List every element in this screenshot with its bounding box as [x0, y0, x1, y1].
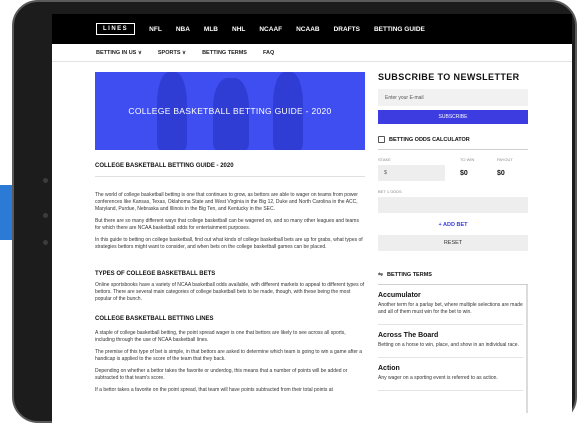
site-logo[interactable]: LINES	[96, 23, 136, 35]
terms-list[interactable]: Accumulator Another term for a parlay be…	[378, 285, 528, 413]
article-paragraph: The world of college basketball betting …	[95, 192, 358, 212]
subscribe-button[interactable]: SUBSCRIBE	[378, 110, 528, 124]
section-heading: TYPES OF COLLEGE BASKETBALL BETS	[95, 271, 216, 277]
article-paragraph: In this guide to betting on college bask…	[95, 237, 363, 250]
terms-title: BETTING TERMS	[387, 271, 432, 278]
term-name: Across The Board	[378, 332, 439, 339]
stake-input[interactable]: $	[378, 165, 445, 181]
sidebar: SUBSCRIBE TO NEWSLETTER Enter your E-mai…	[378, 72, 528, 413]
subnav-betting-in-us[interactable]: BETTING IN US ∨	[96, 50, 142, 56]
browser-screen: LINES NFL NBA MLB NHL NCAAF NCAAB DRAFTS…	[52, 14, 572, 423]
section-heading: COLLEGE BASKETBALL BETTING LINES	[95, 316, 214, 322]
nav-link-drafts[interactable]: DRAFTS	[334, 26, 360, 33]
sub-navigation: BETTING IN US ∨ SPORTS ∨ BETTING TERMS F…	[52, 44, 572, 62]
article-title: COLLEGE BASKETBALL BETTING GUIDE - 2020	[95, 163, 365, 177]
add-bet-button[interactable]: + ADD BET	[378, 222, 528, 228]
calculator-header: BETTING ODDS CALCULATOR	[378, 136, 528, 150]
article-paragraph: But there are so many different ways tha…	[95, 218, 359, 231]
hero-title: COLLEGE BASKETBALL BETTING GUIDE - 2020	[128, 106, 332, 116]
tablet-frame: LINES NFL NBA MLB NHL NCAAF NCAAB DRAFTS…	[12, 0, 577, 423]
to-win-label: TO WIN	[460, 157, 475, 162]
nav-link-nhl[interactable]: NHL	[232, 26, 245, 33]
newsletter-title: SUBSCRIBE TO NEWSLETTER	[378, 72, 520, 82]
payout-label: PAYOUT	[497, 157, 513, 162]
nav-link-betting-guide[interactable]: BETTING GUIDE	[374, 26, 425, 33]
calculator-title: BETTING ODDS CALCULATOR	[389, 136, 470, 143]
reset-button[interactable]: RESET	[378, 235, 528, 251]
nav-link-nba[interactable]: NBA	[176, 26, 190, 33]
article-paragraph: Online sportsbooks have a variety of NCA…	[95, 282, 365, 302]
article-paragraph: A staple of college basketball betting, …	[95, 330, 346, 343]
top-navigation: LINES NFL NBA MLB NHL NCAAF NCAAB DRAFTS…	[52, 14, 572, 44]
term-item: Action Any wager on a sporting event is …	[378, 358, 523, 391]
article-paragraph: If a bettor takes a favorite on the poin…	[95, 387, 333, 393]
email-input[interactable]: Enter your E-mail	[378, 89, 528, 106]
term-definition: Another term for a parlay bet, where mul…	[378, 302, 523, 315]
to-win-value: $0	[460, 169, 468, 177]
payout-value: $0	[497, 169, 505, 177]
term-name: Action	[378, 365, 400, 372]
terms-header: ⇋ BETTING TERMS	[378, 271, 528, 285]
nav-link-ncaaf[interactable]: NCAAF	[259, 26, 282, 33]
subnav-faq[interactable]: FAQ	[263, 50, 274, 56]
calculator-labels: STAKE TO WIN PAYOUT	[378, 157, 528, 162]
term-name: Accumulator	[378, 292, 421, 299]
article-column: COLLEGE BASKETBALL BETTING GUIDE - 2020 …	[95, 72, 365, 394]
link-icon: ⇋	[378, 272, 384, 278]
nav-link-mlb[interactable]: MLB	[204, 26, 218, 33]
stage: LINES NFL NBA MLB NHL NCAAF NCAAB DRAFTS…	[0, 0, 577, 423]
hero-banner: COLLEGE BASKETBALL BETTING GUIDE - 2020	[95, 72, 365, 150]
nav-link-ncaab[interactable]: NCAAB	[296, 26, 319, 33]
calculator-values: $ $0 $0	[378, 165, 528, 181]
stake-label: STAKE	[378, 157, 391, 162]
article-paragraph: Depending on whether a bettor takes the …	[95, 368, 348, 381]
term-definition: Any wager on a sporting event is referre…	[378, 375, 498, 381]
article-paragraph: The premise of this type of bet is simpl…	[95, 349, 363, 362]
term-item: Across The Board Betting on a horse to w…	[378, 325, 523, 358]
sensor-dot	[43, 213, 48, 218]
odds-label: BET 1 ODDS	[378, 189, 402, 194]
term-definition: Betting on a horse to win, place, and sh…	[378, 342, 519, 348]
subnav-betting-terms[interactable]: BETTING TERMS	[202, 50, 247, 56]
nav-link-nfl[interactable]: NFL	[149, 26, 162, 33]
subnav-sports[interactable]: SPORTS ∨	[158, 50, 186, 56]
calculator-icon	[378, 136, 385, 143]
camera-dot	[43, 178, 48, 183]
sensor-dot	[43, 240, 48, 245]
odds-input[interactable]	[378, 197, 528, 213]
term-item: Accumulator Another term for a parlay be…	[378, 285, 523, 325]
